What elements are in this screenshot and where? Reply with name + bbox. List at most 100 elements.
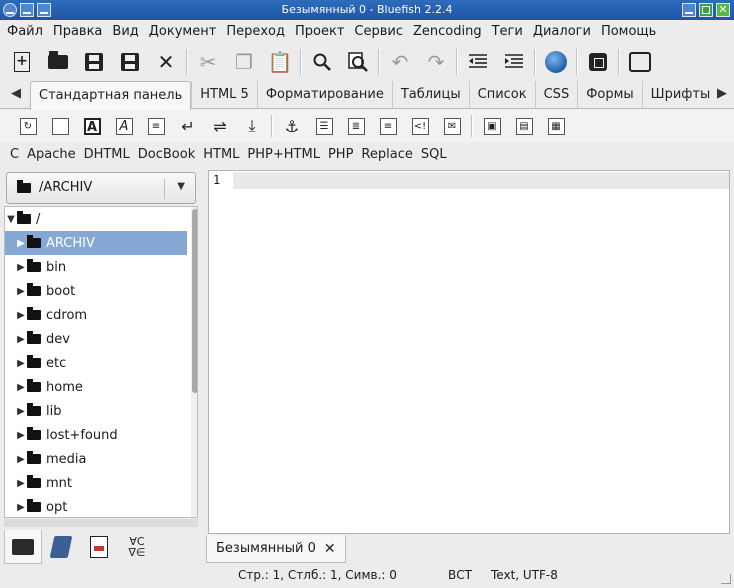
- collapsed-arrow-icon[interactable]: ▶: [15, 310, 27, 321]
- collapsed-arrow-icon[interactable]: ▶: [15, 286, 27, 297]
- collapsed-arrow-icon[interactable]: ▶: [15, 478, 27, 489]
- tabs-scroll-left-icon[interactable]: ◀: [6, 86, 26, 101]
- collapsed-arrow-icon[interactable]: ▶: [15, 430, 27, 441]
- file-tree[interactable]: ▼ / ▶ ARCHIV ▶ bin ▶ boot ▶ cdrom ▶ dev …: [4, 206, 198, 518]
- collapsed-arrow-icon[interactable]: ▶: [15, 358, 27, 369]
- tab-list[interactable]: Список: [468, 81, 535, 109]
- tree-item-opt[interactable]: ▶ opt: [5, 495, 187, 517]
- tab-tables[interactable]: Таблицы: [391, 81, 469, 109]
- menu-document[interactable]: Документ: [144, 21, 222, 43]
- break-button[interactable]: ↵: [172, 112, 204, 140]
- menu-tags[interactable]: Теги: [487, 21, 528, 43]
- snippet-php-html[interactable]: PHP+HTML: [243, 144, 324, 166]
- editor-area[interactable]: 1: [208, 170, 730, 534]
- fullscreen-button[interactable]: [622, 45, 658, 79]
- menu-view[interactable]: Вид: [107, 21, 143, 43]
- italic-button[interactable]: A: [108, 112, 140, 140]
- bold-button[interactable]: A: [76, 112, 108, 140]
- tab-documents[interactable]: [80, 530, 118, 564]
- snippet-sql[interactable]: SQL: [417, 144, 451, 166]
- tree-item-lost-found[interactable]: ▶ lost+found: [5, 423, 187, 447]
- close-window-button[interactable]: ✕: [716, 3, 730, 17]
- rule-button[interactable]: ☰: [308, 112, 340, 140]
- tree-scrollbar-thumb[interactable]: [192, 209, 197, 393]
- snippet-html[interactable]: HTML: [199, 144, 243, 166]
- snippet-apache[interactable]: Apache: [23, 144, 80, 166]
- paragraph-button[interactable]: ≡: [140, 112, 172, 140]
- save-button[interactable]: [76, 45, 112, 79]
- quickstart-button[interactable]: ↻: [12, 112, 44, 140]
- tab-bookmarks[interactable]: [42, 530, 80, 564]
- comment-button[interactable]: <!: [404, 112, 436, 140]
- new-document-button[interactable]: +: [4, 45, 40, 79]
- redo-button[interactable]: ↷: [418, 45, 454, 79]
- open-file-button[interactable]: [40, 45, 76, 79]
- tree-item-lib[interactable]: ▶ lib: [5, 399, 187, 423]
- search-replace-button[interactable]: [340, 45, 376, 79]
- resize-grip-icon[interactable]: [721, 574, 731, 584]
- nbsp-button[interactable]: ⤓: [236, 112, 268, 140]
- snippet-docbook[interactable]: DocBook: [134, 144, 199, 166]
- settings-button[interactable]: [580, 45, 616, 79]
- tab-css[interactable]: CSS: [534, 81, 578, 109]
- tree-item-etc[interactable]: ▶ etc: [5, 351, 187, 375]
- tree-item-mnt[interactable]: ▶ mnt: [5, 471, 187, 495]
- collapsed-arrow-icon[interactable]: ▶: [15, 238, 27, 249]
- break-clear-button[interactable]: ⇌: [204, 112, 236, 140]
- tab-html5[interactable]: HTML 5: [191, 81, 257, 109]
- collapsed-arrow-icon[interactable]: ▶: [15, 454, 27, 465]
- center-button[interactable]: ≣: [340, 112, 372, 140]
- tree-item-media[interactable]: ▶ media: [5, 447, 187, 471]
- collapsed-arrow-icon[interactable]: ▶: [15, 334, 27, 345]
- menu-zencoding[interactable]: Zencoding: [408, 21, 487, 43]
- insert-mode[interactable]: ВСТ: [448, 568, 472, 582]
- paste-button[interactable]: 📋: [262, 45, 298, 79]
- snippet-c[interactable]: C: [6, 144, 23, 166]
- tree-item-boot[interactable]: ▶ boot: [5, 279, 187, 303]
- snippet-php[interactable]: PHP: [324, 144, 357, 166]
- right-align-button[interactable]: ≡: [372, 112, 404, 140]
- menu-edit[interactable]: Правка: [48, 21, 107, 43]
- search-button[interactable]: [304, 45, 340, 79]
- snippet-replace[interactable]: Replace: [357, 144, 416, 166]
- tree-item-cdrom[interactable]: ▶ cdrom: [5, 303, 187, 327]
- image-button[interactable]: ▣: [476, 112, 508, 140]
- tabs-scroll-right-icon[interactable]: ▶: [712, 86, 732, 101]
- collapsed-arrow-icon[interactable]: ▶: [15, 502, 27, 513]
- menu-project[interactable]: Проект: [290, 21, 349, 43]
- tree-root[interactable]: ▼ /: [5, 207, 187, 231]
- menu-tools[interactable]: Сервис: [349, 21, 408, 43]
- collapsed-arrow-icon[interactable]: ▶: [15, 262, 27, 273]
- tree-item-archiv[interactable]: ▶ ARCHIV: [5, 231, 187, 255]
- cut-button[interactable]: ✂: [190, 45, 226, 79]
- menu-file[interactable]: Файл: [2, 21, 48, 43]
- tree-item-dev[interactable]: ▶ dev: [5, 327, 187, 351]
- indent-button[interactable]: [496, 45, 532, 79]
- tab-standard[interactable]: Стандартная панель: [30, 81, 192, 110]
- tab-forms[interactable]: Формы: [577, 81, 641, 109]
- thumbnail-button[interactable]: ▤: [508, 112, 540, 140]
- document-tab[interactable]: Безымянный 0 ✕: [206, 535, 346, 563]
- close-document-button[interactable]: ✕: [148, 45, 184, 79]
- menu-go[interactable]: Переход: [221, 21, 290, 43]
- tree-item-home[interactable]: ▶ home: [5, 375, 187, 399]
- tree-item-bin[interactable]: ▶ bin: [5, 255, 187, 279]
- tab-fonts[interactable]: Шрифты: [641, 81, 719, 109]
- menu-dialogs[interactable]: Диалоги: [528, 21, 596, 43]
- collapsed-arrow-icon[interactable]: ▶: [15, 406, 27, 417]
- preview-browser-button[interactable]: [538, 45, 574, 79]
- save-as-button[interactable]: [112, 45, 148, 79]
- body-button[interactable]: [44, 112, 76, 140]
- expanded-arrow-icon[interactable]: ▼: [5, 214, 17, 225]
- minimize-button[interactable]: [682, 3, 696, 17]
- tab-charmap[interactable]: ∀C ∇∈: [118, 530, 156, 564]
- maximize-button[interactable]: [699, 3, 713, 17]
- multi-thumbnail-button[interactable]: ▦: [540, 112, 572, 140]
- snippet-dhtml[interactable]: DHTML: [80, 144, 134, 166]
- path-combobox[interactable]: /ARCHIV ▼: [6, 172, 196, 204]
- copy-button[interactable]: ❐: [226, 45, 262, 79]
- anchor-button[interactable]: ⚓: [276, 112, 308, 140]
- tab-formatting[interactable]: Форматирование: [256, 81, 392, 109]
- undo-button[interactable]: ↶: [382, 45, 418, 79]
- encoding-indicator[interactable]: Text, UTF-8: [491, 568, 558, 582]
